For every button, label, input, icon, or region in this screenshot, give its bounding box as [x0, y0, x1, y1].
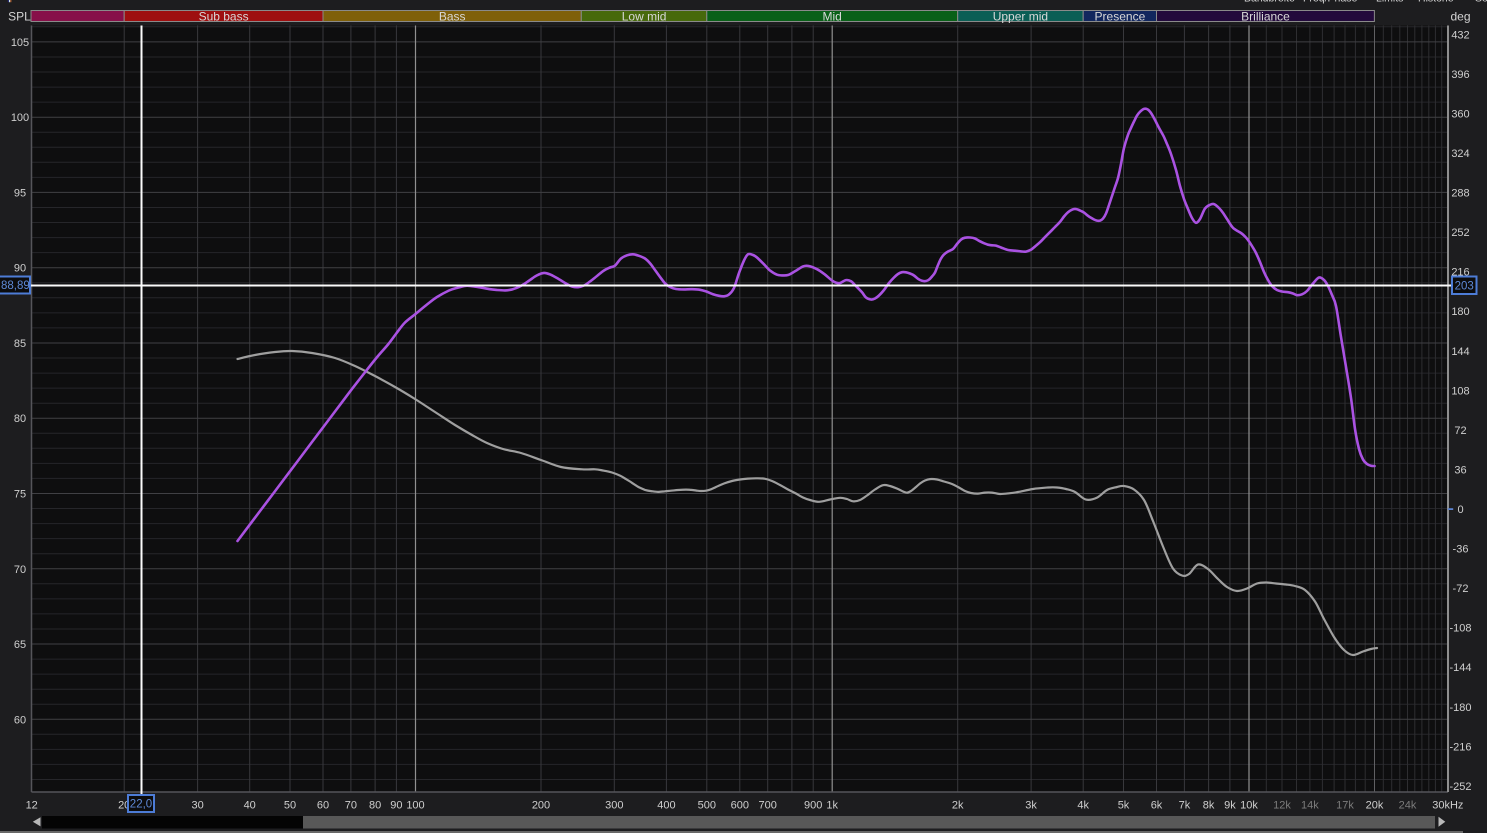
svg-text:Historie: Historie — [1418, 0, 1454, 5]
svg-text:-108: -108 — [1449, 623, 1471, 635]
svg-text:252: 252 — [1451, 227, 1469, 239]
svg-text:7k: 7k — [1179, 800, 1191, 812]
svg-text:Brilliance: Brilliance — [1241, 10, 1290, 24]
svg-text:Mid: Mid — [823, 10, 842, 24]
svg-text:Bass: Bass — [439, 10, 466, 24]
svg-text:14k: 14k — [1301, 800, 1319, 812]
svg-text:50: 50 — [284, 800, 296, 812]
svg-text:300: 300 — [605, 800, 623, 812]
svg-text:4k: 4k — [1077, 800, 1089, 812]
svg-text:-252: -252 — [1449, 781, 1471, 793]
svg-text:88,89: 88,89 — [1, 280, 30, 292]
svg-text:30: 30 — [191, 800, 203, 812]
svg-text:180: 180 — [1451, 306, 1469, 318]
svg-text:60: 60 — [14, 714, 26, 726]
svg-text:90: 90 — [390, 800, 402, 812]
svg-text:-144: -144 — [1449, 662, 1471, 674]
svg-text:100: 100 — [11, 112, 29, 124]
svg-text:Sub bass: Sub bass — [199, 10, 249, 24]
svg-text:3k: 3k — [1025, 800, 1037, 812]
svg-text:70: 70 — [345, 800, 357, 812]
svg-text:900: 900 — [804, 800, 822, 812]
svg-text:80: 80 — [369, 800, 381, 812]
svg-text:SPL: SPL — [8, 10, 31, 24]
svg-text:20k: 20k — [1366, 800, 1384, 812]
svg-text:Presence: Presence — [1095, 10, 1146, 24]
svg-text:288: 288 — [1451, 188, 1469, 200]
svg-text:2k: 2k — [952, 800, 964, 812]
svg-text:Upper mid: Upper mid — [993, 10, 1048, 24]
svg-text:0: 0 — [1457, 504, 1463, 516]
svg-text:600: 600 — [731, 800, 749, 812]
svg-text:85: 85 — [14, 338, 26, 350]
svg-text:Limits: Limits — [1376, 0, 1403, 5]
svg-text:72: 72 — [1454, 425, 1466, 437]
svg-text:40: 40 — [244, 800, 256, 812]
svg-text:70: 70 — [14, 564, 26, 576]
svg-text:12: 12 — [26, 800, 38, 812]
svg-text:95: 95 — [14, 187, 26, 199]
svg-text:105: 105 — [11, 37, 29, 49]
svg-text:-180: -180 — [1449, 702, 1471, 714]
svg-text:500: 500 — [698, 800, 716, 812]
svg-text:75: 75 — [14, 489, 26, 501]
svg-text:324: 324 — [1451, 148, 1469, 160]
svg-text:22,0: 22,0 — [130, 799, 152, 811]
svg-text:10k: 10k — [1240, 800, 1258, 812]
svg-text:203: 203 — [1455, 280, 1474, 292]
svg-text:24k: 24k — [1399, 800, 1417, 812]
svg-text:400: 400 — [657, 800, 675, 812]
svg-text:432: 432 — [1451, 29, 1469, 41]
svg-text:396: 396 — [1451, 69, 1469, 81]
svg-text:12k: 12k — [1273, 800, 1291, 812]
svg-text:deg: deg — [1450, 10, 1470, 24]
svg-text:8k: 8k — [1203, 800, 1215, 812]
svg-text:30kHz: 30kHz — [1432, 800, 1463, 812]
svg-text:Son: Son — [1475, 0, 1487, 5]
svg-text:360: 360 — [1451, 108, 1469, 120]
svg-text:108: 108 — [1451, 385, 1469, 397]
svg-text:700: 700 — [759, 800, 777, 812]
svg-text:200: 200 — [532, 800, 550, 812]
svg-text:-216: -216 — [1449, 741, 1471, 753]
svg-text:6k: 6k — [1151, 800, 1163, 812]
svg-text:144: 144 — [1451, 346, 1469, 358]
svg-text:5k: 5k — [1118, 800, 1130, 812]
svg-text:1k: 1k — [826, 800, 838, 812]
svg-text:17k: 17k — [1336, 800, 1354, 812]
svg-text:80: 80 — [14, 413, 26, 425]
svg-text:36: 36 — [1454, 464, 1466, 476]
svg-text:65: 65 — [14, 639, 26, 651]
svg-text:100: 100 — [406, 800, 424, 812]
svg-text:-72: -72 — [1453, 583, 1469, 595]
svg-text:-36: -36 — [1453, 544, 1469, 556]
svg-text:Low mid: Low mid — [622, 10, 667, 24]
svg-text:Bandbreite: Bandbreite — [1244, 0, 1295, 5]
svg-text:60: 60 — [317, 800, 329, 812]
svg-text:9k: 9k — [1224, 800, 1236, 812]
svg-text:Freq/Phase: Freq/Phase — [1303, 0, 1357, 5]
svg-text:90: 90 — [14, 263, 26, 275]
